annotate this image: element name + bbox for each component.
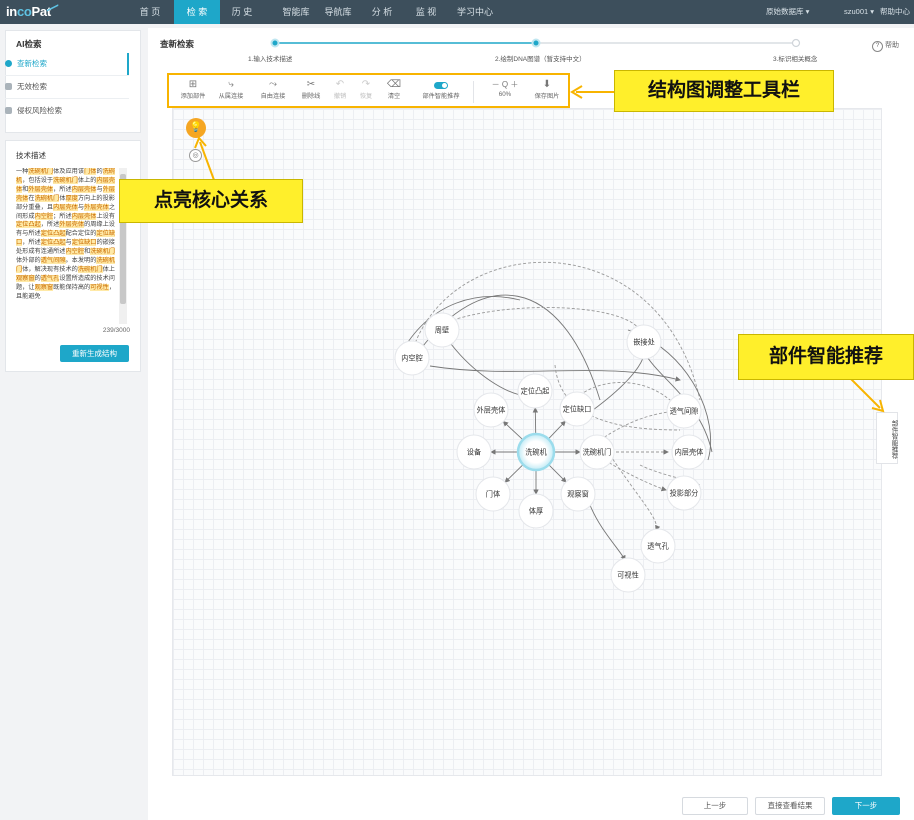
recommend-callout-arrow xyxy=(847,375,881,409)
core-callout-arrow xyxy=(199,141,215,181)
toolbar-callout: 结构图调整工具栏 xyxy=(614,70,834,112)
previous-step-button[interactable]: 上一步 xyxy=(682,797,748,815)
core-relation-callout: 点亮核心关系 xyxy=(119,179,303,223)
view-results-button[interactable]: 直接查看结果 xyxy=(755,797,825,815)
next-step-button[interactable]: 下一步 xyxy=(832,797,900,815)
callout-arrows xyxy=(194,85,885,413)
smart-recommend-callout: 部件智能推荐 xyxy=(738,334,914,380)
